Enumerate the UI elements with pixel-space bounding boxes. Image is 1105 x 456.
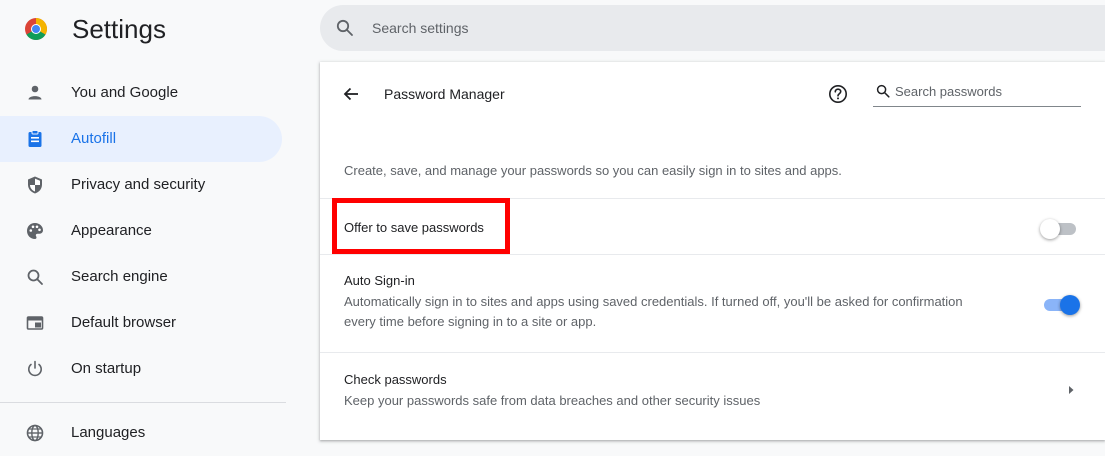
sidebar: You and Google Autofill Privacy and secu… <box>0 68 300 442</box>
search-icon <box>336 19 353 36</box>
toggle-knob <box>1060 295 1080 315</box>
sidebar-item-privacy-and-security[interactable]: Privacy and security <box>0 162 282 208</box>
settings-search-bar[interactable] <box>320 5 1105 51</box>
back-arrow-icon[interactable] <box>342 85 360 103</box>
sidebar-item-you-and-google[interactable]: You and Google <box>0 70 282 116</box>
sidebar-item-appearance[interactable]: Appearance <box>0 208 282 254</box>
app-title: Settings <box>72 14 166 44</box>
header: Settings <box>0 0 1105 62</box>
auto-signin-label: Auto Sign-in <box>344 273 415 288</box>
settings-search-input[interactable] <box>372 17 772 39</box>
highlight-box <box>332 198 510 254</box>
sidebar-item-label: On startup <box>71 360 142 377</box>
search-icon <box>27 269 43 285</box>
auto-signin-toggle[interactable] <box>1040 295 1080 315</box>
search-passwords-input[interactable] <box>895 82 1075 100</box>
power-icon <box>28 360 42 377</box>
sidebar-item-on-startup[interactable]: On startup <box>0 346 282 392</box>
check-passwords-description: Keep your passwords safe from data breac… <box>344 393 761 408</box>
auto-signin-description: Automatically sign in to sites and apps … <box>344 294 963 329</box>
sidebar-divider <box>0 402 286 403</box>
row-divider <box>320 254 1105 255</box>
palette-icon <box>27 223 43 239</box>
offer-to-save-toggle[interactable] <box>1040 219 1080 239</box>
sidebar-item-label: You and Google <box>71 84 179 101</box>
globe-icon <box>26 424 44 442</box>
password-manager-card: Password Manager Create, save, and manag… <box>320 62 1105 440</box>
sidebar-item-label: Languages <box>71 424 146 441</box>
sidebar-item-autofill[interactable]: Autofill <box>0 116 282 162</box>
clipboard-icon <box>28 130 42 147</box>
sidebar-item-default-browser[interactable]: Default browser <box>0 300 282 346</box>
sidebar-item-search-engine[interactable]: Search engine <box>0 254 282 300</box>
chrome-logo <box>25 18 47 40</box>
check-passwords-row[interactable]: Check passwords Keep your passwords safe… <box>320 353 1105 423</box>
help-icon[interactable] <box>828 84 848 104</box>
sidebar-item-label: Search engine <box>71 268 168 285</box>
sidebar-item-label: Privacy and security <box>71 176 206 193</box>
search-passwords-field[interactable] <box>873 78 1081 107</box>
person-icon <box>28 85 42 100</box>
check-passwords-label: Check passwords <box>344 372 447 387</box>
sidebar-item-label: Default browser <box>71 314 177 331</box>
sidebar-item-label: Autofill <box>71 130 117 147</box>
sidebar-item-languages[interactable]: Languages <box>0 410 282 456</box>
chevron-right-icon[interactable] <box>1066 384 1076 396</box>
search-icon <box>876 84 890 98</box>
toggle-knob <box>1040 219 1060 239</box>
page-title: Password Manager <box>384 86 505 102</box>
shield-icon <box>28 176 42 194</box>
sidebar-item-label: Appearance <box>71 222 152 239</box>
intro-text: Create, save, and manage your passwords … <box>344 163 842 178</box>
browser-window-icon <box>26 316 44 330</box>
